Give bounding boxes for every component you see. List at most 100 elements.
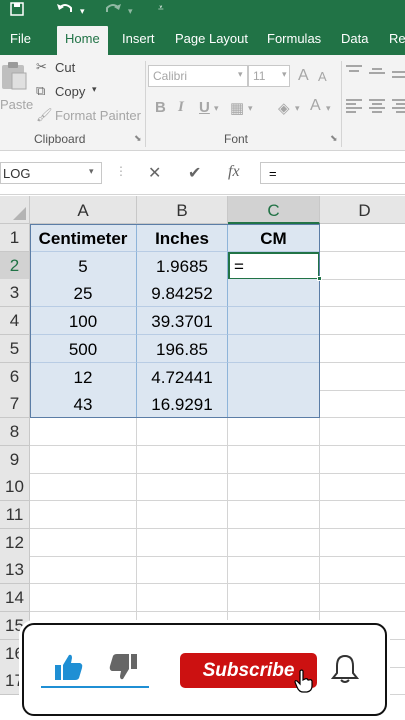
cell[interactable]: 1.9685 <box>137 251 228 280</box>
align-center-icon[interactable] <box>369 99 385 115</box>
cell[interactable] <box>320 501 405 529</box>
cell[interactable] <box>228 556 320 585</box>
cell[interactable] <box>320 224 405 252</box>
row-header-7[interactable]: 7 <box>0 390 30 419</box>
cell[interactable]: 25 <box>30 279 137 308</box>
customize-icon[interactable]: ⩡ <box>158 3 164 14</box>
align-right-icon[interactable] <box>392 99 405 115</box>
cell[interactable] <box>320 363 405 391</box>
row-header-3[interactable]: 3 <box>0 279 30 308</box>
cut-button[interactable]: ✂ Cut <box>36 59 86 77</box>
cell[interactable] <box>228 445 320 474</box>
cell[interactable]: 196.85 <box>137 334 228 363</box>
clipboard-launcher-icon[interactable]: ⬊ <box>134 133 142 144</box>
cell[interactable] <box>320 556 405 585</box>
cell[interactable] <box>30 556 137 585</box>
cell[interactable]: 9.84252 <box>137 279 228 308</box>
row-header-13[interactable]: 13 <box>0 556 30 585</box>
cell[interactable] <box>320 279 405 308</box>
row-header-9[interactable]: 9 <box>0 445 30 474</box>
align-bottom-icon[interactable] <box>392 65 405 79</box>
cell[interactable] <box>228 334 320 363</box>
tab-data[interactable]: Data <box>333 22 376 55</box>
cell[interactable]: 5 <box>30 251 137 280</box>
cancel-icon[interactable]: ✕ <box>148 163 161 183</box>
font-launcher-icon[interactable]: ⬊ <box>330 133 338 144</box>
cell[interactable] <box>30 584 137 613</box>
name-box-chevron-icon[interactable]: ▾ <box>89 166 94 177</box>
decrease-font-size-icon[interactable]: A <box>318 69 327 84</box>
cell[interactable] <box>228 528 320 557</box>
cell[interactable] <box>320 473 405 502</box>
row-header-8[interactable]: 8 <box>0 417 30 446</box>
increase-font-size-icon[interactable]: A <box>298 67 309 85</box>
cell[interactable] <box>228 362 320 391</box>
table-header-cell[interactable]: Inches <box>137 224 228 252</box>
cell[interactable] <box>228 501 320 529</box>
tab-insert[interactable]: Insert <box>114 22 163 55</box>
cell[interactable] <box>137 473 228 502</box>
tab-home[interactable]: Home <box>57 26 108 55</box>
thumbs-down-icon[interactable] <box>108 651 140 688</box>
cell[interactable] <box>228 473 320 502</box>
cell[interactable] <box>137 501 228 529</box>
cell[interactable] <box>137 584 228 613</box>
italic-button[interactable]: I <box>178 99 184 116</box>
thumbs-up-icon[interactable] <box>52 651 84 688</box>
row-header-6[interactable]: 6 <box>0 362 30 391</box>
cell[interactable] <box>320 390 405 419</box>
cell[interactable] <box>30 473 137 502</box>
row-header-1[interactable]: 1 <box>0 224 30 252</box>
cell[interactable]: 39.3701 <box>137 307 228 336</box>
cell[interactable] <box>228 390 320 419</box>
row-header-4[interactable]: 4 <box>0 307 30 336</box>
cell[interactable] <box>320 307 405 336</box>
tab-page-layout[interactable]: Page Layout <box>167 22 256 55</box>
table-header-cell[interactable]: Centimeter <box>30 224 137 252</box>
cell[interactable] <box>320 529 405 557</box>
align-left-icon[interactable] <box>346 99 362 115</box>
undo-dropdown-icon[interactable]: ▾ <box>80 6 85 17</box>
cell[interactable]: 100 <box>30 307 137 336</box>
column-header-b[interactable]: B <box>137 196 228 224</box>
column-header-d[interactable]: D <box>320 196 405 224</box>
cell[interactable] <box>320 418 405 446</box>
cell[interactable] <box>30 501 137 529</box>
cell[interactable] <box>137 528 228 557</box>
bell-icon[interactable] <box>330 653 360 690</box>
cell[interactable] <box>320 446 405 474</box>
tab-review[interactable]: Re <box>381 22 405 55</box>
row-header-12[interactable]: 12 <box>0 528 30 557</box>
borders-icon[interactable]: ▦ <box>230 99 244 117</box>
format-painter-button[interactable]: 🖌 Format Painter <box>36 107 146 125</box>
cell[interactable]: 4.72441 <box>137 362 228 391</box>
cell[interactable]: 500 <box>30 334 137 363</box>
cell[interactable] <box>228 307 320 336</box>
fill-color-icon[interactable]: ◈ <box>278 99 290 117</box>
row-header-11[interactable]: 11 <box>0 501 30 529</box>
cell[interactable] <box>30 445 137 474</box>
select-all-corner[interactable] <box>0 196 30 224</box>
font-name-select[interactable]: Calibri <box>148 65 248 87</box>
cell[interactable] <box>137 556 228 585</box>
font-color-icon[interactable]: A <box>310 97 321 115</box>
redo-dropdown-icon[interactable]: ▾ <box>128 6 133 17</box>
cell[interactable] <box>228 417 320 446</box>
row-header-10[interactable]: 10 <box>0 473 30 502</box>
cell[interactable]: 43 <box>30 390 137 419</box>
row-header-5[interactable]: 5 <box>0 334 30 363</box>
copy-button[interactable]: ⧉ Copy ▾ <box>36 83 106 101</box>
paste-button[interactable]: Paste <box>0 61 33 121</box>
active-cell[interactable]: = <box>228 251 320 280</box>
cell[interactable] <box>320 252 405 280</box>
insert-function-icon[interactable]: fx <box>228 163 240 181</box>
cell[interactable] <box>137 417 228 446</box>
enter-icon[interactable]: ✔ <box>188 163 201 183</box>
cell[interactable]: 12 <box>30 362 137 391</box>
align-top-icon[interactable] <box>346 65 362 79</box>
bold-button[interactable]: B <box>155 99 166 116</box>
cell[interactable] <box>228 279 320 308</box>
formula-input[interactable]: = <box>260 162 405 184</box>
cell[interactable]: 16.9291 <box>137 390 228 419</box>
cell[interactable] <box>137 445 228 474</box>
